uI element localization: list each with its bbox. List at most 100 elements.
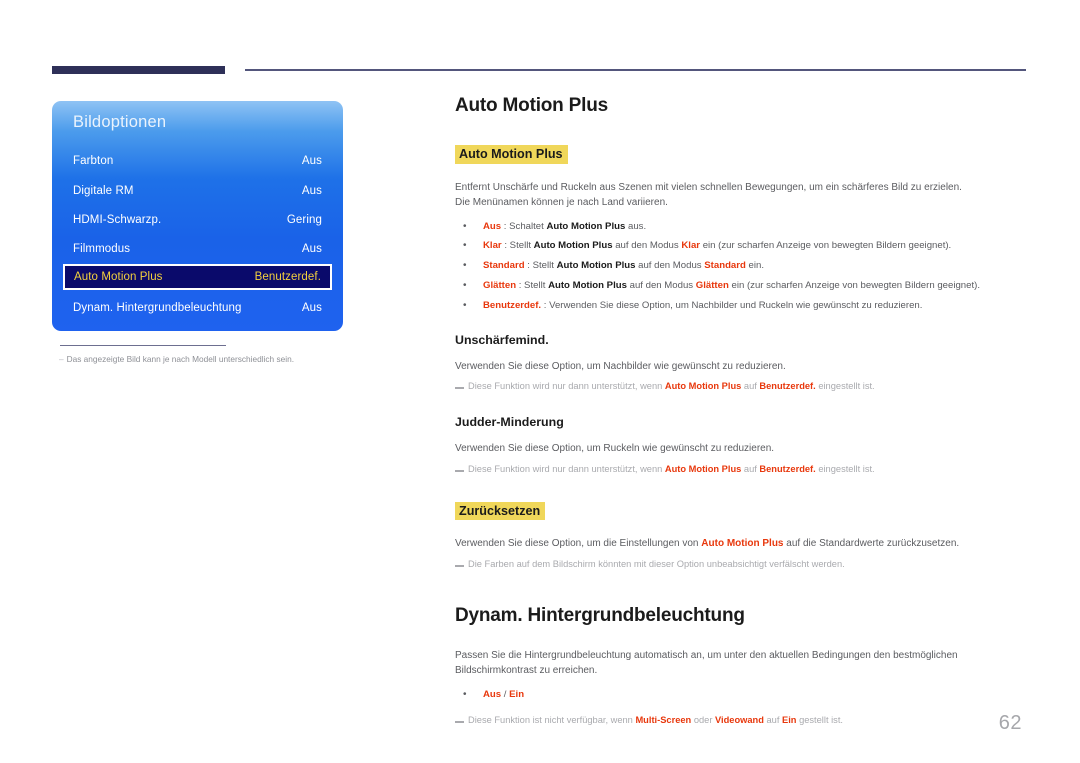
manual-page: Bildoptionen Farbton Aus Digitale RM Aus… bbox=[0, 0, 1080, 763]
osd-row-label: Digitale RM bbox=[73, 185, 134, 197]
option-tail: ein (zur scharfen Anzeige von bewegten B… bbox=[728, 280, 981, 292]
highlight-heading-auto-motion-plus: Auto Motion Plus bbox=[455, 145, 1030, 164]
list-item: Glätten : Stellt Auto Motion Plus auf de… bbox=[455, 278, 1030, 294]
article-content: Auto Motion Plus Auto Motion Plus Entfer… bbox=[455, 95, 1030, 728]
highlight-heading-zuruecksetzen: Zurücksetzen bbox=[455, 501, 1030, 521]
osd-row-digitale-rm[interactable]: Digitale RM Aus bbox=[62, 177, 333, 205]
option-key2: Glätten bbox=[695, 280, 729, 292]
section-title-dynam-hintergrundbeleuchtung: Dynam. Hintergrundbeleuchtung bbox=[455, 604, 745, 626]
osd-row-label: Auto Motion Plus bbox=[74, 271, 163, 283]
list-item: Standard : Stellt Auto Motion Plus auf d… bbox=[455, 258, 1030, 274]
header-rule-thick bbox=[52, 66, 225, 74]
note-keyword-b: Videowand bbox=[715, 714, 764, 725]
subheading-judder-minderung: Judder-Minderung bbox=[455, 415, 564, 430]
osd-row-label: Dynam. Hintergrundbeleuchtung bbox=[73, 302, 242, 314]
dyn-options-list: Aus / Ein bbox=[455, 687, 1030, 703]
note-text-d: gestellt ist. bbox=[796, 714, 843, 725]
option-mid-text: auf den Modus bbox=[626, 280, 696, 292]
reset-text-a: Verwenden Sie diese Option, um die Einst… bbox=[455, 538, 702, 550]
reset-body: Verwenden Sie diese Option, um die Einst… bbox=[455, 536, 1030, 552]
option-tail: ein. bbox=[745, 260, 765, 272]
dyn-body-line1: Passen Sie die Hintergrundbeleuchtung au… bbox=[455, 649, 958, 661]
subheading-unschaerfemind: Unschärfemind. bbox=[455, 332, 549, 347]
option-sep: : Stellt bbox=[501, 240, 534, 252]
option-bold-mid: Auto Motion Plus bbox=[546, 220, 626, 232]
osd-row-farbton[interactable]: Farbton Aus bbox=[62, 147, 333, 175]
option-bold-mid: Auto Motion Plus bbox=[533, 240, 613, 252]
note-text-b: auf bbox=[741, 463, 760, 474]
option-sep: : Schaltet bbox=[501, 220, 547, 232]
options-list: Aus : Schaltet Auto Motion Plus aus. Kla… bbox=[455, 219, 1030, 314]
highlight-label: Auto Motion Plus bbox=[455, 145, 568, 164]
option-mid-text: auf den Modus bbox=[612, 240, 682, 252]
note-text-a: Diese Funktion ist nicht verfügbar, wenn bbox=[468, 714, 636, 725]
osd-row-value: Aus bbox=[301, 155, 322, 167]
note-text-c: eingestellt ist. bbox=[815, 381, 875, 392]
note-keyword-a: Multi-Screen bbox=[635, 714, 692, 725]
unschaerfemind-note: Diese Funktion wird nur dann unterstützt… bbox=[455, 380, 1030, 394]
osd-row-auto-motion-plus-selected[interactable]: Auto Motion Plus Benutzerdef. bbox=[63, 264, 332, 290]
osd-row-hdmi-schwarzp[interactable]: HDMI-Schwarzp. Gering bbox=[62, 206, 333, 234]
option-key: Standard bbox=[483, 260, 525, 272]
option-key: Glätten bbox=[483, 280, 517, 292]
note-keyword-a: Auto Motion Plus bbox=[664, 463, 742, 474]
note-keyword-c: Ein bbox=[782, 714, 797, 725]
osd-row-value: Aus bbox=[301, 302, 322, 314]
note-text-b: oder bbox=[691, 714, 716, 725]
dyn-option-aus: Aus bbox=[483, 688, 502, 700]
page-title: Auto Motion Plus bbox=[455, 95, 608, 116]
osd-panel-title: Bildoptionen bbox=[73, 113, 167, 131]
option-key: Klar bbox=[483, 240, 502, 252]
option-sep: : Verwenden Sie diese Option, um Nachbil… bbox=[541, 300, 923, 312]
option-sep: : Stellt bbox=[516, 280, 549, 292]
dyn-note: Diese Funktion ist nicht verfügbar, wenn… bbox=[455, 714, 1030, 728]
osd-row-label: Filmmodus bbox=[73, 243, 131, 255]
option-key2: Klar bbox=[681, 240, 701, 252]
note-text-a: Diese Funktion wird nur dann unterstützt… bbox=[468, 463, 665, 474]
note-text-a: Diese Funktion wird nur dann unterstützt… bbox=[468, 381, 665, 392]
caption-divider bbox=[60, 345, 226, 346]
osd-row-value: Aus bbox=[301, 185, 322, 197]
intro-paragraph-line2: Die Menünamen können je nach Land variie… bbox=[455, 197, 668, 209]
option-tail: ein (zur scharfen Anzeige von bewegten B… bbox=[700, 240, 952, 252]
osd-row-dynam-hintergrundbeleuchtung[interactable]: Dynam. Hintergrundbeleuchtung Aus bbox=[62, 294, 333, 322]
option-mid-text: auf den Modus bbox=[635, 260, 705, 272]
osd-row-value: Aus bbox=[301, 243, 322, 255]
list-item: Benutzerdef. : Verwenden Sie diese Optio… bbox=[455, 298, 1030, 314]
note-text-c: auf bbox=[763, 714, 783, 725]
option-tail: aus. bbox=[625, 220, 647, 232]
osd-caption: – Das angezeigte Bild kann je nach Modell… bbox=[59, 354, 359, 365]
option-bold-mid: Auto Motion Plus bbox=[548, 280, 627, 292]
reset-note: Die Farben auf dem Bildschirm könnten mi… bbox=[455, 558, 1030, 572]
list-item: Klar : Stellt Auto Motion Plus auf den M… bbox=[455, 238, 1030, 254]
judder-minderung-note: Diese Funktion wird nur dann unterstützt… bbox=[455, 463, 1030, 477]
osd-row-filmmodus[interactable]: Filmmodus Aus bbox=[62, 235, 333, 263]
dyn-option-separator: / bbox=[501, 688, 510, 700]
osd-row-label: HDMI-Schwarzp. bbox=[73, 214, 162, 226]
dyn-option-ein: Ein bbox=[509, 688, 525, 700]
caption-text: Das angezeigte Bild kann je nach Modell … bbox=[66, 354, 295, 364]
osd-menu-panel: Bildoptionen Farbton Aus Digitale RM Aus… bbox=[52, 101, 343, 331]
note-keyword-b: Benutzerdef. bbox=[759, 463, 816, 474]
list-item: Aus : Schaltet Auto Motion Plus aus. bbox=[455, 219, 1030, 235]
caption-dash-marker: – bbox=[59, 354, 64, 364]
dyn-body-line2: Bildschirmkontrast zu erreichen. bbox=[455, 665, 598, 677]
option-key: Benutzerdef. bbox=[483, 300, 542, 312]
highlight-label: Zurücksetzen bbox=[455, 501, 546, 521]
note-text-b: auf bbox=[741, 381, 760, 392]
osd-row-value: Benutzerdef. bbox=[254, 271, 321, 283]
option-bold-mid: Auto Motion Plus bbox=[556, 260, 636, 272]
option-sep: : Stellt bbox=[524, 260, 557, 272]
header-rule-thin bbox=[245, 69, 1026, 71]
note-keyword-b: Benutzerdef. bbox=[759, 381, 816, 392]
page-number: 62 bbox=[998, 712, 1022, 734]
note-keyword-a: Auto Motion Plus bbox=[664, 381, 742, 392]
note-text-c: eingestellt ist. bbox=[815, 463, 875, 474]
osd-row-value: Gering bbox=[286, 214, 322, 226]
reset-keyword: Auto Motion Plus bbox=[701, 538, 784, 550]
option-key: Aus bbox=[483, 220, 502, 232]
intro-paragraph-line1: Entfernt Unschärfe und Ruckeln aus Szene… bbox=[455, 181, 962, 193]
osd-row-label: Farbton bbox=[73, 155, 114, 167]
list-item: Aus / Ein bbox=[455, 687, 1030, 703]
judder-minderung-body: Verwenden Sie diese Option, um Ruckeln w… bbox=[455, 443, 775, 455]
